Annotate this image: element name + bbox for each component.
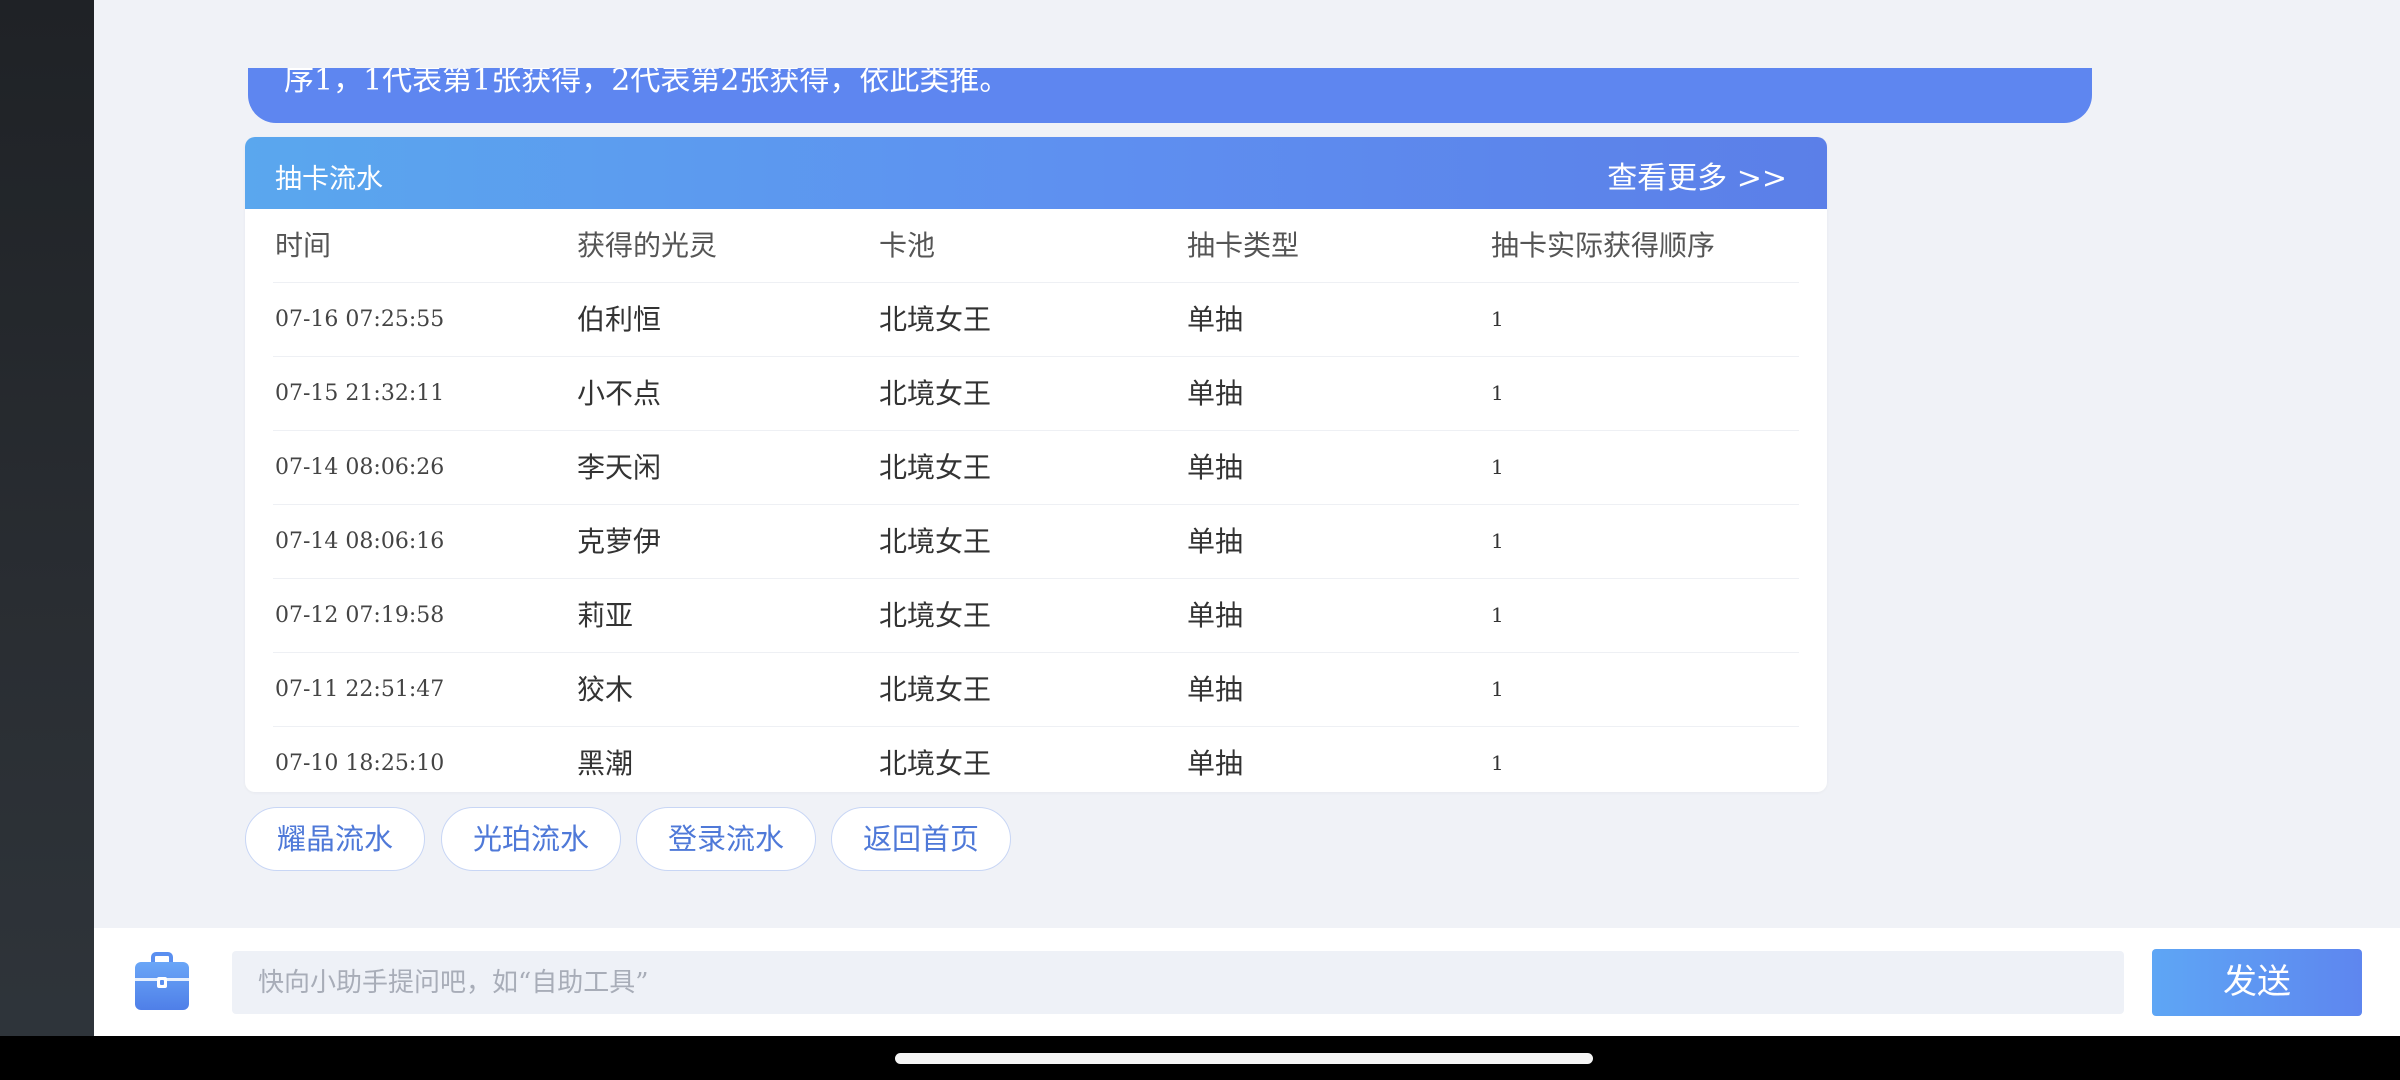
draw-log-title: 抽卡流水 bbox=[275, 164, 383, 195]
cell-order: 1 bbox=[1491, 751, 1504, 775]
draw-log-header: 抽卡流水 查看更多 >> bbox=[245, 137, 1827, 209]
column-header-pool: 卡池 bbox=[879, 229, 936, 262]
column-header-spirit: 获得的光灵 bbox=[577, 229, 718, 262]
cell-order: 1 bbox=[1491, 603, 1504, 627]
table-row: 07-15 21:32:11 小不点 北境女王 单抽 1 bbox=[273, 357, 1799, 431]
cell-pool: 北境女王 bbox=[879, 747, 992, 780]
table-row: 07-16 07:25:55 伯利恒 北境女王 单抽 1 bbox=[273, 283, 1799, 357]
toolbox-icon[interactable] bbox=[134, 952, 190, 1012]
cell-spirit: 伯利恒 bbox=[577, 303, 662, 336]
cell-order: 1 bbox=[1491, 529, 1504, 553]
cell-time: 07-12 07:19:58 bbox=[275, 603, 445, 628]
assistant-message-bubble: 序1，1代表第1张获得，2代表第2张获得，依此类推。 bbox=[248, 68, 2092, 123]
draw-log-card: 抽卡流水 查看更多 >> 时间 获得的光灵 卡池 抽卡类型 抽卡实际获得顺序 0… bbox=[245, 137, 1827, 792]
cell-pool: 北境女王 bbox=[879, 525, 992, 558]
cell-spirit: 克萝伊 bbox=[577, 525, 662, 558]
amber-log-button[interactable]: 光珀流水 bbox=[441, 807, 621, 871]
table-header-row: 时间 获得的光灵 卡池 抽卡类型 抽卡实际获得顺序 bbox=[273, 209, 1799, 283]
cell-order: 1 bbox=[1491, 307, 1504, 331]
draw-log-table: 时间 获得的光灵 卡池 抽卡类型 抽卡实际获得顺序 07-16 07:25:55… bbox=[273, 209, 1799, 792]
cell-type: 单抽 bbox=[1187, 377, 1244, 410]
cell-type: 单抽 bbox=[1187, 525, 1244, 558]
cell-pool: 北境女王 bbox=[879, 599, 992, 632]
cell-type: 单抽 bbox=[1187, 451, 1244, 484]
table-body: 07-16 07:25:55 伯利恒 北境女王 单抽 1 07-15 21:32… bbox=[273, 283, 1799, 792]
table-row: 07-14 08:06:26 李天闲 北境女王 单抽 1 bbox=[273, 431, 1799, 505]
home-indicator[interactable] bbox=[895, 1053, 1593, 1064]
assistant-message-text: 序1，1代表第1张获得，2代表第2张获得，依此类推。 bbox=[284, 68, 1010, 98]
column-header-type: 抽卡类型 bbox=[1187, 229, 1300, 262]
cell-pool: 北境女王 bbox=[879, 377, 992, 410]
cell-time: 07-15 21:32:11 bbox=[275, 381, 445, 406]
cell-type: 单抽 bbox=[1187, 303, 1244, 336]
table-row: 07-14 08:06:16 克萝伊 北境女王 单抽 1 bbox=[273, 505, 1799, 579]
view-more-link[interactable]: 查看更多 >> bbox=[1607, 153, 1787, 197]
column-header-time: 时间 bbox=[275, 229, 332, 262]
cell-type: 单抽 bbox=[1187, 747, 1244, 780]
cell-pool: 北境女王 bbox=[879, 451, 992, 484]
table-row: 07-10 18:25:10 黑潮 北境女王 单抽 1 bbox=[273, 727, 1799, 792]
cell-order: 1 bbox=[1491, 455, 1504, 479]
column-header-order: 抽卡实际获得顺序 bbox=[1491, 229, 1716, 262]
table-row: 07-11 22:51:47 狡木 北境女王 单抽 1 bbox=[273, 653, 1799, 727]
cell-spirit: 李天闲 bbox=[577, 451, 662, 484]
cell-pool: 北境女王 bbox=[879, 303, 992, 336]
crystal-log-button[interactable]: 耀晶流水 bbox=[245, 807, 425, 871]
cell-time: 07-14 08:06:16 bbox=[275, 529, 445, 554]
cell-spirit: 莉亚 bbox=[577, 599, 634, 632]
cell-time: 07-11 22:51:47 bbox=[275, 677, 445, 702]
cell-order: 1 bbox=[1491, 381, 1504, 405]
cell-spirit: 黑潮 bbox=[577, 747, 634, 780]
cell-type: 单抽 bbox=[1187, 673, 1244, 706]
table-row: 07-12 07:19:58 莉亚 北境女王 单抽 1 bbox=[273, 579, 1799, 653]
send-button[interactable]: 发送 bbox=[2152, 949, 2362, 1016]
cell-time: 07-14 08:06:26 bbox=[275, 455, 445, 480]
left-sidebar-rail bbox=[0, 0, 94, 1080]
cell-spirit: 小不点 bbox=[577, 377, 662, 410]
cell-type: 单抽 bbox=[1187, 599, 1244, 632]
cell-time: 07-16 07:25:55 bbox=[275, 307, 445, 332]
cell-order: 1 bbox=[1491, 677, 1504, 701]
cell-spirit: 狡木 bbox=[577, 673, 634, 706]
login-log-button[interactable]: 登录流水 bbox=[636, 807, 816, 871]
chat-input[interactable] bbox=[232, 951, 2124, 1014]
back-home-button[interactable]: 返回首页 bbox=[831, 807, 1011, 871]
cell-pool: 北境女王 bbox=[879, 673, 992, 706]
cell-time: 07-10 18:25:10 bbox=[275, 751, 445, 776]
